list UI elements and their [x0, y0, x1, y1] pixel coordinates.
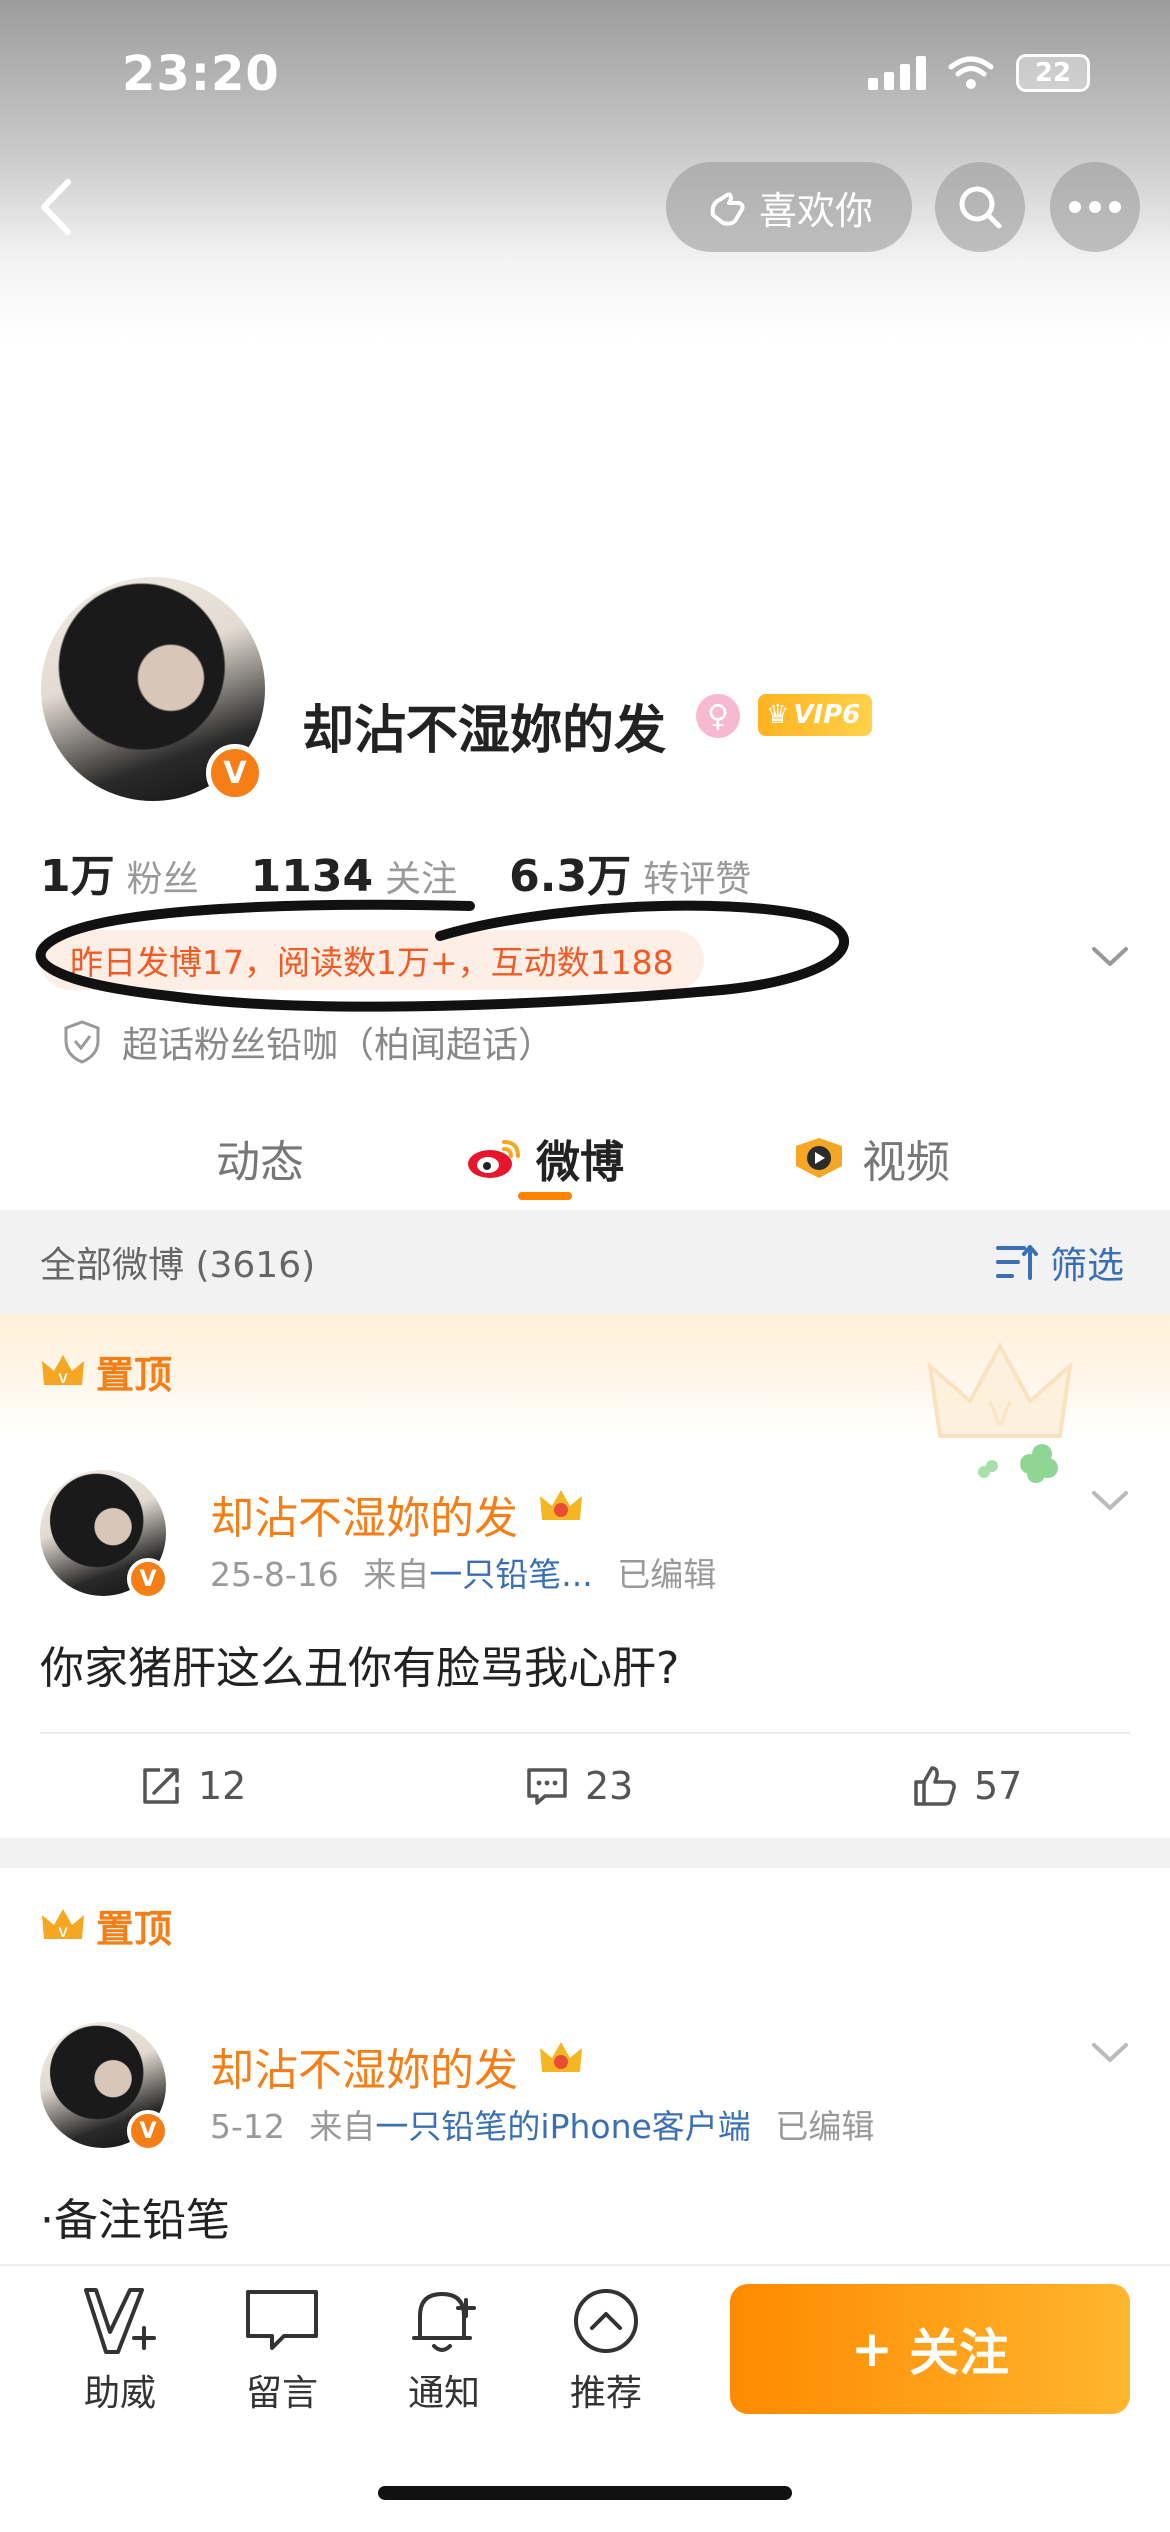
- chevron-left-icon: [41, 179, 71, 235]
- filter-bar: 全部微博 (3616) 筛选: [0, 1210, 1170, 1314]
- message-button[interactable]: 留言: [222, 2284, 342, 2416]
- repost-button[interactable]: 12: [140, 1734, 246, 1838]
- tab-video-label: 视频: [862, 1137, 950, 1188]
- like-you-button[interactable]: 喜欢你: [666, 162, 912, 252]
- supertopic-badge-row[interactable]: 超话粉丝铅咖（柏闻超话）: [62, 1016, 554, 1068]
- all-posts-count: 全部微博 (3616): [40, 1245, 316, 1286]
- battery-icon: 22: [1016, 54, 1090, 92]
- pinned-text: 置顶: [96, 1907, 173, 1951]
- repost-icon: [143, 1768, 179, 1804]
- vip-crown-decoration-icon: V: [927, 1341, 1073, 1483]
- vip-crown-icon: [540, 1490, 582, 1520]
- post-actions: 12 23 57: [0, 1734, 1170, 1838]
- post-separator: [0, 1838, 1170, 1868]
- svg-text:V: V: [988, 1393, 1012, 1434]
- cheer-label: 助威: [83, 2373, 156, 2414]
- pinned-text: 置顶: [96, 1353, 173, 1397]
- tab-dynamics-label: 动态: [216, 1137, 304, 1188]
- weibo-logo-icon: [468, 1140, 520, 1178]
- svg-text:V: V: [58, 1924, 68, 1940]
- like-you-label: 喜欢你: [758, 188, 873, 233]
- status-icons: 22: [868, 54, 1090, 92]
- post-meta: 25-8-16 来自一只铅笔... 已编辑: [210, 1548, 716, 1596]
- chevron-down-icon[interactable]: [1090, 1488, 1130, 1514]
- active-tab-indicator: [518, 1192, 572, 1200]
- filter-button[interactable]: 筛选: [996, 1235, 1124, 1289]
- cheer-button[interactable]: 助威: [60, 2284, 180, 2416]
- chevron-down-icon[interactable]: [1090, 2040, 1130, 2066]
- hand-drawn-circle-annotation: [35, 899, 849, 1012]
- post-from: 来自: [309, 2107, 376, 2146]
- tab-dynamics[interactable]: 动态: [216, 1106, 304, 1210]
- post-edited: 已编辑: [617, 1555, 717, 1594]
- search-icon: [959, 186, 1002, 229]
- plus-icon: +: [851, 2320, 893, 2378]
- tab-weibo-label: 微博: [536, 1137, 624, 1188]
- verified-badge-icon: V: [206, 744, 264, 802]
- pinned-label: V 置顶: [40, 1344, 172, 1399]
- recommend-button[interactable]: 推荐: [546, 2284, 666, 2416]
- bell-plus-icon: [412, 2292, 476, 2352]
- comment-icon: [527, 1768, 567, 1805]
- post-edited: 已编辑: [775, 2107, 875, 2146]
- female-icon: ♀: [696, 694, 740, 738]
- follow-label: 关注: [908, 2324, 1009, 2382]
- repost-count: 12: [198, 1764, 247, 1808]
- profile-tabs: 动态 微博 视频: [0, 1106, 1170, 1210]
- chevron-up-circle-icon: [574, 2289, 638, 2353]
- thumbs-up-icon: [914, 1766, 956, 1806]
- post-date: 5-12: [210, 2107, 285, 2146]
- comment-count: 23: [585, 1764, 634, 1808]
- video-icon: [796, 1138, 842, 1178]
- follow-button[interactable]: + 关注: [730, 2284, 1130, 2414]
- post-source[interactable]: 一只铅笔...: [429, 1555, 592, 1594]
- more-icon: [1069, 201, 1121, 213]
- like-button[interactable]: 57: [912, 1734, 1022, 1838]
- sort-icon: [996, 1245, 1038, 1280]
- shield-icon: [64, 1020, 100, 1064]
- hand-heart-icon: [710, 192, 745, 226]
- vip-badge[interactable]: ♛ VIP6: [758, 694, 873, 736]
- filter-label: 筛选: [1050, 1244, 1124, 1287]
- post-text[interactable]: 你家猪肝这么丑你有脸骂我心肝?: [40, 1632, 679, 1696]
- verified-badge-icon: V: [127, 1558, 169, 1600]
- like-count: 57: [974, 1764, 1023, 1808]
- notify-label: 通知: [407, 2373, 480, 2414]
- crown-icon: V: [42, 1908, 84, 1940]
- verified-badge-icon: V: [127, 2110, 169, 2152]
- post-source[interactable]: 一只铅笔的iPhone客户端: [375, 2107, 750, 2146]
- cheer-v-icon: [84, 2288, 156, 2354]
- profile-name: 却沾不湿妳的发: [302, 701, 667, 761]
- pinned-label: V 置顶: [40, 1898, 172, 1953]
- post-author-name[interactable]: 却沾不湿妳的发: [210, 1482, 518, 1546]
- vip-label: VIP6: [793, 700, 861, 730]
- post-author-name[interactable]: 却沾不湿妳的发: [210, 2034, 518, 2098]
- post-date: 25-8-16: [210, 1555, 339, 1594]
- crown-icon: V: [42, 1354, 84, 1386]
- signal-icon: [868, 56, 926, 90]
- wifi-icon: [948, 56, 994, 89]
- supertopic-label: 超话粉丝铅咖（柏闻超话）: [122, 1025, 555, 1066]
- svg-text:V: V: [58, 1370, 68, 1386]
- home-indicator: [378, 2486, 792, 2500]
- message-label: 留言: [245, 2373, 318, 2414]
- crown-icon: ♛: [766, 700, 790, 730]
- back-button[interactable]: [30, 172, 80, 242]
- chevron-down-icon[interactable]: [1090, 944, 1130, 970]
- post-text[interactable]: ·备注铅笔: [40, 2184, 230, 2248]
- tab-video[interactable]: 视频: [790, 1106, 950, 1210]
- status-time: 23:20: [122, 46, 280, 102]
- comment-button[interactable]: 23: [525, 1734, 633, 1838]
- message-icon: [246, 2290, 318, 2350]
- search-button[interactable]: [935, 162, 1025, 252]
- notify-button[interactable]: 通知: [384, 2284, 504, 2416]
- post-from: 来自: [363, 1555, 430, 1594]
- more-button[interactable]: [1050, 162, 1140, 252]
- vip-crown-icon: [540, 2042, 582, 2072]
- post-meta: 5-12 来自一只铅笔的iPhone客户端 已编辑: [210, 2100, 874, 2148]
- recommend-label: 推荐: [569, 2373, 642, 2414]
